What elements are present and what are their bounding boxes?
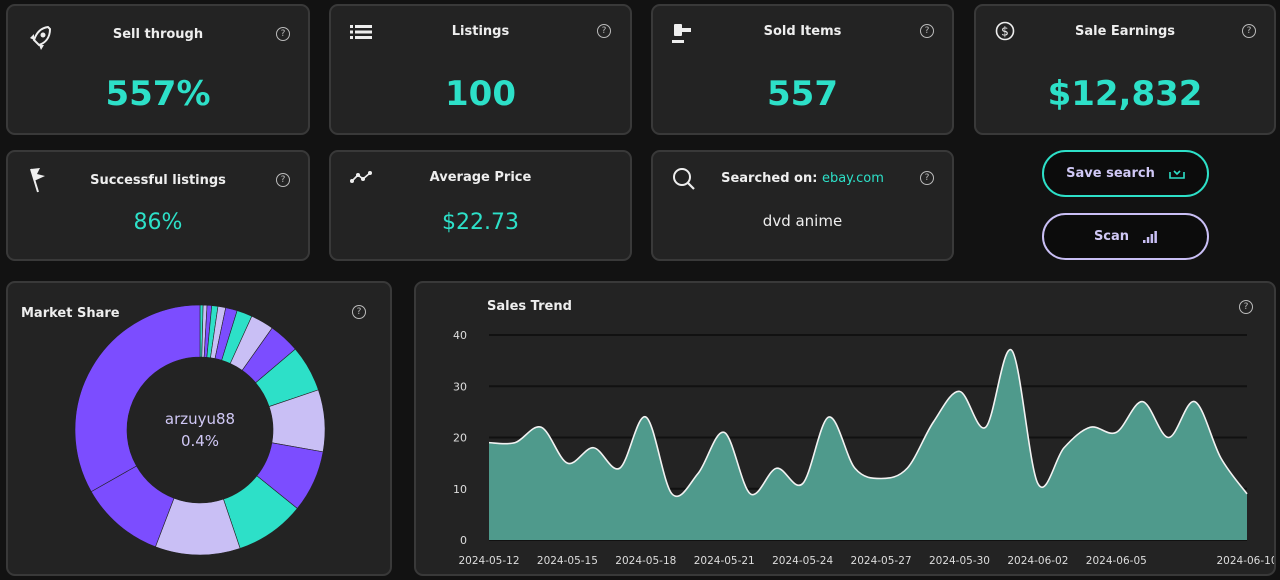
stat-card-sell-through: Sell through ? 557% [6, 4, 310, 135]
x-tick-label: 2024-05-27 [851, 555, 912, 567]
stat-label: Sold Items [763, 24, 842, 39]
search-query: dvd anime [762, 212, 843, 230]
stat-card-listings: Listings ? 100 [329, 4, 632, 135]
donut-center-name: arzuyu88 [164, 410, 236, 428]
download-tray-icon [1169, 169, 1185, 179]
help-icon[interactable]: ? [276, 27, 290, 41]
searched-on-text: Searched on: [721, 171, 818, 186]
market-share-donut[interactable] [8, 283, 390, 574]
x-tick-label: 2024-05-15 [537, 555, 598, 567]
stat-card-successful-listings: Successful listings ? 86% [6, 150, 310, 261]
signal-bars-icon [1143, 230, 1157, 243]
help-icon[interactable]: ? [276, 173, 290, 187]
help-icon[interactable]: ? [1242, 24, 1256, 38]
x-tick-label: 2024-06-05 [1086, 555, 1147, 567]
stat-value: 557 [767, 74, 838, 114]
sales-trend-card: Sales Trend ? 0 10 20 30 40 2024-05-12 2024-05… [414, 281, 1276, 576]
x-tick-label: 2024-06-10 [1216, 555, 1274, 567]
stat-value: $22.73 [442, 210, 519, 235]
x-tick-label: 2024-05-30 [929, 555, 990, 567]
stat-label: Sale Earnings [1074, 24, 1175, 39]
x-tick-label: 2024-05-24 [772, 555, 833, 567]
stat-label: Sell through [112, 27, 204, 42]
searched-on-label: Searched on: ebay.com [653, 171, 952, 186]
donut-slice[interactable] [74, 304, 201, 493]
x-tick-label: 2024-05-21 [694, 555, 755, 567]
help-icon[interactable]: ? [597, 24, 611, 38]
sales-trend-chart[interactable]: 0 10 20 30 40 2024-05-12 2024-05-15 2024-05-18 2… [416, 283, 1274, 574]
stat-card-sale-earnings: $ Sale Earnings ? $12,832 [974, 4, 1276, 135]
stat-label: Successful listings [90, 173, 226, 188]
y-tick-label: 10 [453, 483, 467, 496]
stat-card-average-price: Average Price $22.73 [329, 150, 632, 261]
y-tick-label: 30 [453, 380, 467, 393]
y-tick-label: 20 [453, 432, 467, 445]
search-site-link[interactable]: ebay.com [822, 171, 884, 186]
stat-label: Listings [451, 24, 510, 39]
area-fill [489, 349, 1247, 540]
stat-value: 86% [133, 210, 183, 235]
save-search-button[interactable]: Save search [1042, 150, 1209, 197]
y-tick-label: 40 [453, 329, 467, 342]
stat-card-sold-items: Sold Items ? 557 [651, 4, 954, 135]
y-tick-label: 0 [460, 534, 467, 547]
market-share-card: Market Share ? arzuyu88 0.4% [6, 281, 392, 576]
x-tick-label: 2024-05-12 [458, 555, 519, 567]
stat-value: 100 [445, 74, 516, 114]
stat-label: Average Price [429, 170, 532, 185]
search-info-card: Searched on: ebay.com ? dvd anime [651, 150, 954, 261]
scan-button[interactable]: Scan [1042, 213, 1209, 260]
stat-value: 557% [105, 74, 211, 114]
x-tick-label: 2024-06-02 [1007, 555, 1068, 567]
help-icon[interactable]: ? [920, 24, 934, 38]
donut-center-value: 0.4% [180, 432, 220, 450]
x-tick-label: 2024-05-18 [615, 555, 676, 567]
help-icon[interactable]: ? [920, 171, 934, 185]
save-search-label: Save search [1066, 166, 1155, 181]
stat-value: $12,832 [1047, 74, 1203, 114]
scan-label: Scan [1093, 229, 1130, 244]
